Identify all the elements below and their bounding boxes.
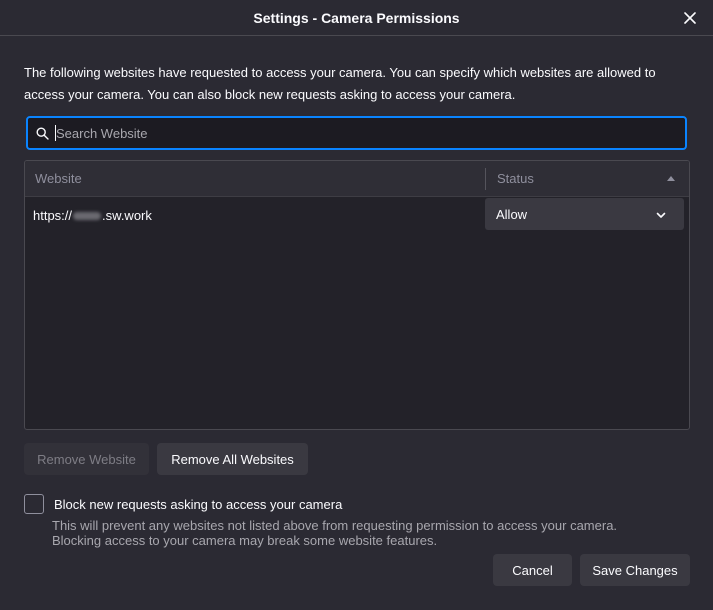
column-header-website[interactable]: Website xyxy=(25,171,485,186)
block-requests-label[interactable]: Block new requests asking to access your… xyxy=(54,497,342,512)
websites-table: Website Status https:// .sw.work Allow xyxy=(24,160,690,430)
table-row[interactable]: https:// .sw.work Allow xyxy=(25,197,689,233)
status-dropdown-value: Allow xyxy=(496,206,528,222)
website-url: https:// .sw.work xyxy=(25,208,485,223)
save-changes-button[interactable]: Save Changes xyxy=(580,554,690,586)
status-dropdown[interactable]: Allow xyxy=(485,198,684,230)
search-field[interactable] xyxy=(26,116,687,150)
remove-all-websites-button[interactable]: Remove All Websites xyxy=(157,443,308,475)
intro-text: The following websites have requested to… xyxy=(24,65,656,102)
search-input[interactable] xyxy=(56,118,685,148)
block-requests-option[interactable]: Block new requests asking to access your… xyxy=(24,494,342,514)
title-bar: Settings - Camera Permissions xyxy=(0,0,713,36)
block-requests-description: This will prevent any websites not liste… xyxy=(52,518,692,548)
block-description-line-2: Blocking access to your camera may break… xyxy=(52,533,438,548)
cancel-button[interactable]: Cancel xyxy=(493,554,572,586)
website-url-prefix: https:// xyxy=(33,207,73,223)
search-icon xyxy=(36,126,50,140)
remove-website-button[interactable]: Remove Website xyxy=(24,443,149,475)
block-description-line-1: This will prevent any websites not liste… xyxy=(52,518,618,533)
block-requests-checkbox[interactable] xyxy=(24,494,44,514)
column-header-status-label: Status xyxy=(497,171,534,186)
redacted-text xyxy=(73,212,102,221)
text-caret xyxy=(55,125,56,141)
table-header: Website Status xyxy=(25,161,689,197)
website-url-suffix: .sw.work xyxy=(102,207,152,223)
sort-ascending-icon xyxy=(667,176,675,181)
dialog-title: Settings - Camera Permissions xyxy=(253,9,460,26)
camera-permissions-dialog: Settings - Camera Permissions The follow… xyxy=(0,0,713,610)
close-icon[interactable] xyxy=(681,9,699,27)
chevron-down-icon xyxy=(656,207,666,222)
column-header-status[interactable]: Status xyxy=(486,171,689,186)
